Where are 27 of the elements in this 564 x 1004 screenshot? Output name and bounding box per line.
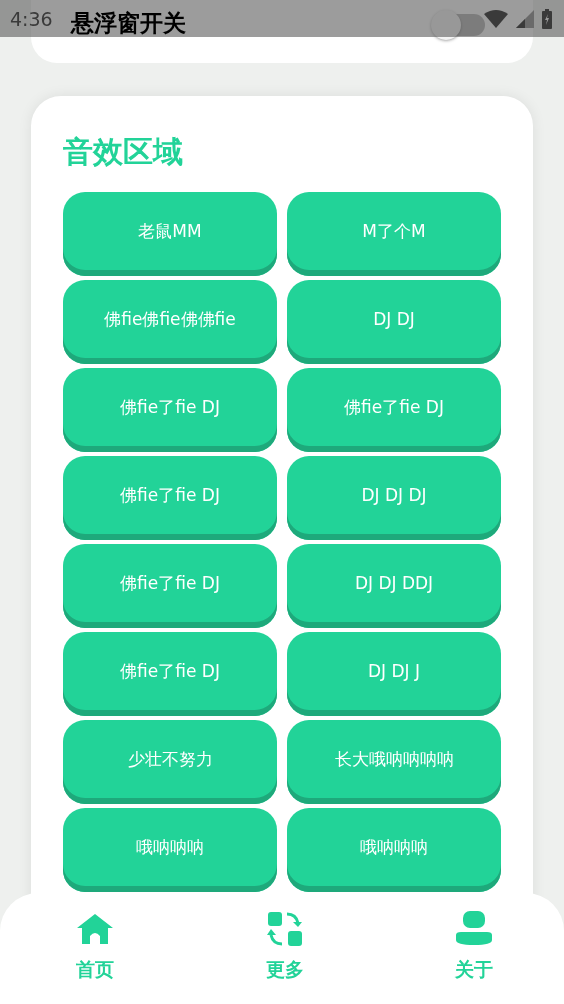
sound-button[interactable]: DJ DJ DJ (287, 456, 501, 540)
sound-button[interactable]: 长大哦呐呐呐呐 (287, 720, 501, 804)
sound-button[interactable]: DJ DJ DDJ (287, 544, 501, 628)
sound-button[interactable]: 佛fie了fie DJ (63, 368, 277, 452)
sound-button[interactable]: M了个M (287, 192, 501, 276)
user-icon (456, 911, 492, 947)
sound-button[interactable]: 哦呐呐呐 (287, 808, 501, 892)
sound-button[interactable]: 老鼠MM (63, 192, 277, 276)
sound-button[interactable]: 佛fie佛fie佛佛fie (63, 280, 277, 364)
wifi-icon (484, 9, 508, 28)
battery-icon (542, 8, 552, 29)
nav-tab[interactable]: 首页 (55, 911, 135, 1004)
sound-button[interactable]: 佛fie了fie DJ (63, 632, 277, 716)
nav-tab[interactable]: 更多 (244, 911, 325, 1004)
swap-icon (266, 911, 303, 947)
sound-button[interactable]: 少壮不努力 (63, 720, 277, 804)
status-time: 4:36 (10, 7, 53, 30)
section-title: 音效区域 (63, 133, 184, 171)
sound-button[interactable]: 哦呐呐呐 (63, 808, 277, 892)
sound-button[interactable]: DJ DJ (287, 280, 501, 364)
home-icon (75, 911, 115, 947)
sound-button[interactable]: 佛fie了fie DJ (63, 456, 277, 540)
sound-button[interactable]: DJ DJ J (287, 632, 501, 716)
sound-button[interactable]: 佛fie了fie DJ (287, 368, 501, 452)
nav-tab[interactable]: 关于 (434, 911, 514, 1004)
float-window-title: 悬浮窗开关 (71, 9, 186, 38)
sound-button[interactable]: 佛fie了fie DJ (63, 544, 277, 628)
